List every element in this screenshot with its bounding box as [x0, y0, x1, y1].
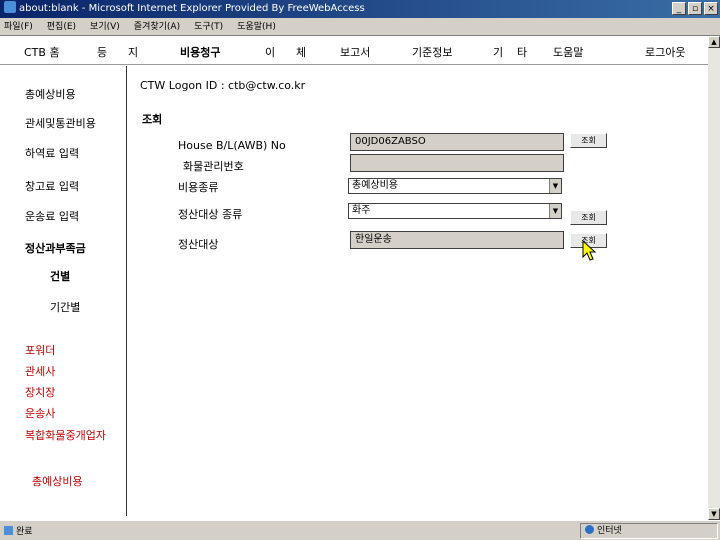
query-button-settle-type[interactable]: 조회 — [570, 210, 607, 225]
house-bl-input[interactable]: 00JD06ZABSO — [350, 133, 564, 151]
nav-logout[interactable]: 로그아웃 — [645, 44, 685, 60]
sidebar-subitem-by-case[interactable]: 건별 — [50, 268, 70, 284]
globe-icon — [585, 525, 594, 534]
page-icon — [4, 526, 13, 535]
nav-divider — [0, 64, 708, 65]
status-bar: 완료 인터넷 — [0, 520, 720, 540]
nav-master-data[interactable]: 기준정보 — [412, 44, 452, 60]
chevron-down-icon[interactable]: ▼ — [549, 179, 561, 193]
house-bl-label: House B/L(AWB) No — [178, 139, 286, 152]
sidebar-link-multimodal[interactable]: 복합화물중개업자 — [25, 427, 106, 443]
cost-type-select[interactable]: 총예상비용 ▼ — [348, 178, 562, 194]
settle-type-selected: 화주 — [352, 205, 371, 216]
query-button-house-bl[interactable]: 조회 — [570, 133, 607, 148]
security-zone: 인터넷 — [580, 523, 718, 539]
nav-help[interactable]: 도움말 — [553, 44, 583, 60]
chevron-down-icon[interactable]: ▼ — [549, 204, 561, 218]
scroll-down-icon[interactable]: ▼ — [708, 508, 720, 520]
sidebar-link-carrier[interactable]: 운송사 — [25, 405, 55, 421]
nav-etc-2[interactable]: 타 — [517, 44, 527, 60]
sidebar-divider — [126, 66, 127, 516]
sidebar-link-forwarder[interactable]: 포워더 — [25, 342, 55, 358]
menu-view[interactable]: 보기(V) — [90, 18, 120, 35]
window-titlebar: about:blank - Microsoft Internet Explore… — [0, 0, 720, 18]
window-title: about:blank - Microsoft Internet Explore… — [19, 3, 365, 14]
sidebar-link-customs-broker[interactable]: 관세사 — [25, 363, 55, 379]
nav-reports[interactable]: 보고서 — [340, 44, 370, 60]
sidebar-link-warehouse[interactable]: 장치장 — [25, 384, 55, 400]
top-nav: CTB 홈 등 지 비용청구 이 체 보고서 기준정보 기 타 도움말 로그아웃 — [0, 42, 708, 62]
nav-transfer-2[interactable]: 체 — [296, 44, 306, 60]
menu-help[interactable]: 도움말(H) — [237, 18, 276, 35]
menu-bar: 파일(F) 편집(E) 보기(V) 즐겨찾기(A) 도구(T) 도움말(H) — [0, 18, 720, 36]
menu-favorites[interactable]: 즐겨찾기(A) — [134, 18, 180, 35]
cost-type-selected: 총예상비용 — [352, 180, 398, 191]
cargo-no-input[interactable] — [350, 154, 564, 172]
page-content: CTB 홈 등 지 비용청구 이 체 보고서 기준정보 기 타 도움말 로그아웃… — [0, 36, 708, 520]
sidebar-subitem-by-period[interactable]: 기간별 — [50, 299, 80, 315]
vertical-scrollbar[interactable]: ▲ ▼ — [708, 36, 720, 520]
minimize-button[interactable]: _ — [672, 2, 686, 15]
menu-file[interactable]: 파일(F) — [4, 18, 33, 35]
status-done: 완료 — [16, 527, 33, 537]
sidebar-item-transport-input[interactable]: 운송료 입력 — [25, 208, 79, 224]
status-text: 완료 — [4, 524, 33, 537]
close-button[interactable]: × — [704, 2, 718, 15]
section-title: 조회 — [142, 113, 163, 126]
sidebar-item-storage-input[interactable]: 창고료 입력 — [25, 178, 79, 194]
nav-transfer-1[interactable]: 이 — [265, 44, 275, 60]
sidebar-item-customs-cost[interactable]: 관세및통관비용 — [25, 115, 96, 131]
sidebar-footer-expected-cost[interactable]: 총예상비용 — [32, 473, 83, 489]
nav-register-2[interactable]: 지 — [128, 44, 138, 60]
menu-edit[interactable]: 편집(E) — [47, 18, 76, 35]
settle-target-input[interactable]: 한일운송 — [350, 231, 564, 249]
maximize-button[interactable]: ▫ — [688, 2, 702, 15]
sidebar-item-expected-cost[interactable]: 총예상비용 — [25, 86, 76, 102]
menu-tools[interactable]: 도구(T) — [194, 18, 223, 35]
logon-id-label: CTW Logon ID : ctb@ctw.co.kr — [140, 79, 306, 92]
nav-etc-1[interactable]: 기 — [493, 44, 503, 60]
scroll-up-icon[interactable]: ▲ — [708, 36, 720, 48]
nav-home[interactable]: CTB 홈 — [24, 44, 60, 60]
settle-target-label: 정산대상 — [178, 238, 219, 251]
sidebar-item-handling-input[interactable]: 하역료 입력 — [25, 145, 79, 161]
nav-register-1[interactable]: 등 — [97, 44, 107, 60]
sidebar-item-settlement[interactable]: 정산과부족금 — [25, 240, 86, 256]
nav-billing[interactable]: 비용청구 — [180, 44, 220, 60]
cost-type-label: 비용종류 — [178, 181, 219, 194]
cargo-no-label: 화물관리번호 — [183, 160, 244, 173]
settle-type-select[interactable]: 화주 ▼ — [348, 203, 562, 219]
settle-type-label: 정산대상 종류 — [178, 208, 243, 221]
ie-logo-icon — [4, 1, 16, 13]
zone-label: 인터넷 — [597, 526, 622, 536]
pointer-cursor-icon — [582, 240, 597, 261]
